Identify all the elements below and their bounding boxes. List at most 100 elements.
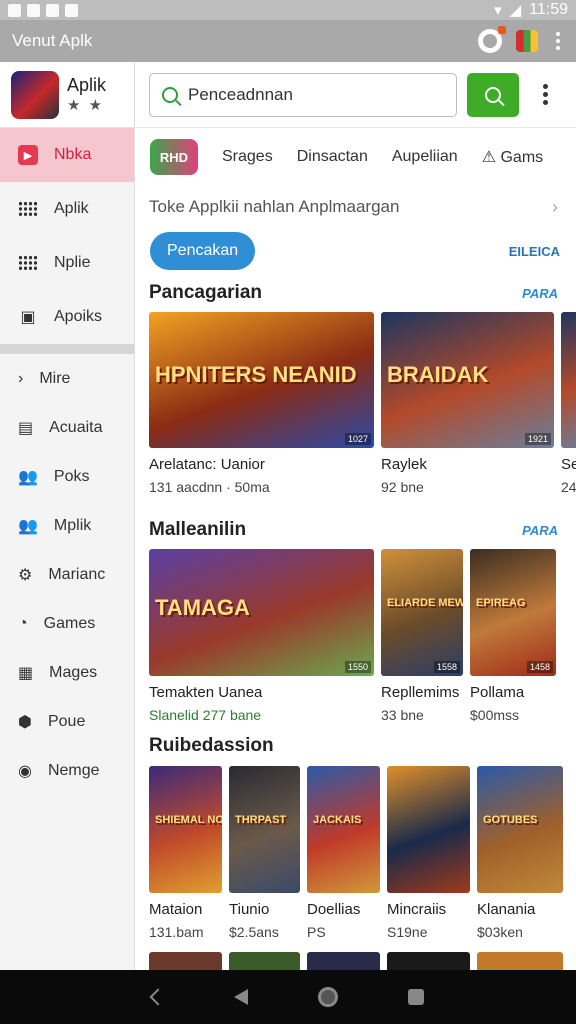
- thumbnail-art-title: GOTUBES: [483, 814, 538, 827]
- app-thumbnail: ELIARDE MEWEEP 1558: [381, 549, 463, 676]
- search-button[interactable]: [467, 72, 519, 117]
- app-thumbnail[interactable]: [477, 952, 563, 970]
- app-card[interactable]: EPIREAG 1458 Pollama $00mss: [470, 549, 556, 723]
- sidebar-item-nbka[interactable]: ▶ Nbka: [0, 128, 134, 182]
- tab-srages[interactable]: Srages: [222, 148, 273, 166]
- thumbnail-art-title: THRPAST: [235, 814, 287, 827]
- banner-link[interactable]: EILEICA: [509, 244, 560, 259]
- search-box[interactable]: [149, 72, 457, 117]
- app-thumbnail: THRPAST: [229, 766, 300, 893]
- sidebar-item-label: Nplie: [54, 254, 91, 271]
- sidebar-item-label: Poue: [47, 712, 86, 730]
- back-icon[interactable]: [234, 989, 248, 1005]
- sidebar-item-label: Mire: [39, 369, 71, 387]
- sidebar-item-label: Nemge: [47, 761, 100, 779]
- card-row: HPNITERS NEANID 1027 Arelatanc: Uanior 131 …: [136, 312, 576, 495]
- app-card[interactable]: Mincraiis S19ne: [387, 766, 470, 940]
- recents-icon[interactable]: [408, 989, 424, 1005]
- section-more-link[interactable]: PARA: [522, 523, 558, 538]
- section-title: Ruibedassion: [149, 735, 274, 756]
- gear-icon: ⚙: [18, 566, 33, 584]
- tab-dinsactan[interactable]: Dinsactan: [297, 148, 368, 166]
- sidebar-item-poue[interactable]: ⬢ Poue: [0, 697, 134, 746]
- app-card[interactable]: TAMAGA 1550 Temakten Uanea Slanelid 277 ban…: [149, 549, 374, 723]
- section-title: Malleanilin: [149, 519, 247, 540]
- app-thumbnail: TAMAGA 1550: [149, 549, 374, 676]
- tab-chip[interactable]: RHD: [150, 139, 198, 175]
- sidebar-item-apoiks[interactable]: ▣ Apoiks: [0, 290, 134, 344]
- section-title: Pancagarian: [149, 282, 262, 303]
- profile-name: Aplik: [67, 75, 107, 95]
- app-thumbnail[interactable]: [307, 952, 380, 970]
- sidebar-item-label: Acuaita: [49, 418, 103, 436]
- promo-banner[interactable]: Toke Applkii nahlan Anplmaargan ›: [136, 186, 576, 228]
- app-name: Pollama: [470, 684, 525, 701]
- sidebar-item-poks[interactable]: 👥 Poks: [0, 452, 134, 501]
- sidebar-item-nemge[interactable]: ◉ Nemge: [0, 746, 134, 795]
- sidebar-item-mplik[interactable]: 👥 Mplik: [0, 501, 134, 550]
- more-options-icon[interactable]: [552, 32, 564, 50]
- app-thumbnail: [387, 766, 470, 893]
- app-name: Mincraiis: [387, 901, 447, 918]
- app-meta: 131 aacdnn · 50ma: [149, 479, 270, 495]
- image-icon: ▤: [18, 419, 34, 437]
- gift-icon[interactable]: [516, 30, 538, 52]
- app-name: Doellias: [307, 901, 361, 918]
- thumbnail-badge: 1550: [344, 661, 371, 673]
- sidebar-item-label: Apoiks: [54, 308, 103, 325]
- home-icon[interactable]: [318, 987, 338, 1007]
- notification-icons: [8, 3, 78, 17]
- app-name: Temakten Uanea: [149, 684, 263, 701]
- tab-aupeliian[interactable]: Aupeliian: [392, 148, 458, 166]
- search-input[interactable]: [188, 84, 438, 105]
- app-thumbnail[interactable]: [149, 952, 222, 970]
- card-row: TAMAGA 1550 Temakten Uanea Slanelid 277 ban…: [136, 549, 576, 723]
- sidebar-item-mire[interactable]: › Mire: [0, 354, 134, 403]
- chevron-left-icon[interactable]: [149, 988, 167, 1006]
- sidebar-item-games[interactable]: ◔ Games: [0, 599, 134, 648]
- sidebar-divider: [0, 344, 134, 354]
- tab-gams[interactable]: ⚠ Gams: [482, 147, 543, 167]
- sidebar-item-mages[interactable]: ▦ Mages: [0, 648, 134, 697]
- profile-header[interactable]: Aplik ★ ★: [0, 62, 134, 128]
- sidebar-item-marianc[interactable]: ⚙ Marianc: [0, 550, 134, 599]
- sidebar-item-label: Marianc: [48, 565, 106, 583]
- app-thumbnail: SHIEMAL NOONDN: [149, 766, 222, 893]
- app-card[interactable]: JACKAIS Doellias PS: [307, 766, 380, 940]
- app-card[interactable]: THRPAST Tiunio $2.5ans: [229, 766, 300, 940]
- sidebar-item-nplie[interactable]: Nplie: [0, 236, 134, 290]
- sidebar-item-acuaita[interactable]: ▤ Acuaita: [0, 403, 134, 452]
- pencakan-button[interactable]: Pencakan: [150, 232, 256, 270]
- app-card[interactable]: SHIEMAL NOONDN Mataion 131.bam: [149, 766, 222, 940]
- settings-icon[interactable]: [478, 26, 506, 53]
- section-more-link[interactable]: PARA: [522, 286, 558, 301]
- app-card[interactable]: Senpllakan 249 Ban: [561, 312, 576, 495]
- more-options-icon[interactable]: [543, 84, 548, 105]
- app-thumbnail: BRAIDAK 1921: [381, 312, 554, 448]
- app-name: Raylek: [381, 456, 427, 473]
- main-content: RHD Srages Dinsactan Aupeliian ⚠ Gams To…: [136, 62, 576, 970]
- card-row-partial: [136, 952, 576, 970]
- clock-icon: ◔: [18, 614, 28, 632]
- app-card[interactable]: ELIARDE MEWEEP 1558 Repllemims 33 bne: [381, 549, 463, 723]
- app-thumbnail[interactable]: [387, 952, 470, 970]
- app-meta: 249 Ban: [561, 479, 576, 495]
- clock: 11:59: [529, 1, 568, 18]
- app-card[interactable]: HPNITERS NEANID 1027 Arelatanc: Uanior 131 …: [149, 312, 374, 495]
- app-card[interactable]: GOTUBES Klanania $03ken: [477, 766, 563, 940]
- app-name: Senpllakan: [561, 456, 576, 473]
- app-meta: $00mss: [470, 707, 520, 723]
- app-meta: Slanelid 277 bane: [149, 707, 262, 723]
- notification-icon: [27, 3, 40, 17]
- tab-gams-label: Gams: [500, 149, 544, 166]
- sidebar-item-aplik[interactable]: Aplik: [0, 182, 134, 236]
- app-card[interactable]: BRAIDAK 1921 Raylek 92 bne: [381, 312, 554, 495]
- section-header: Pancagarian PARA: [136, 276, 576, 310]
- sidebar-item-label: Mplik: [53, 516, 92, 534]
- grid-icon: [18, 201, 38, 217]
- notification-icon: [65, 3, 78, 17]
- thumbnail-art-title: HPNITERS NEANID: [155, 361, 357, 387]
- sidebar-item-label: Nbka: [54, 146, 92, 163]
- people-icon: 👥: [18, 517, 38, 535]
- app-thumbnail[interactable]: [229, 952, 300, 970]
